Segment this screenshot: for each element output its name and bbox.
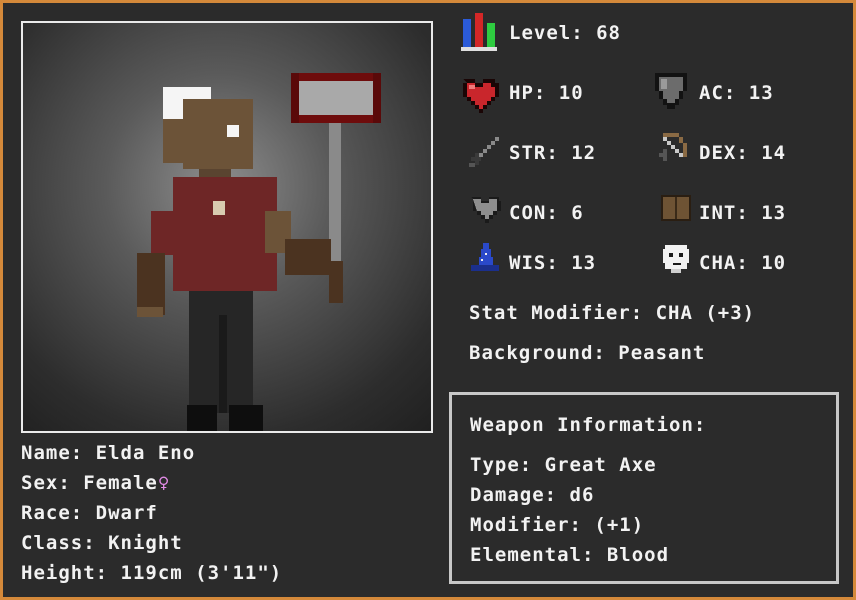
shield-icon [655, 73, 687, 109]
level-value: 68 [596, 22, 621, 44]
ac-stat: AC: 13 [699, 81, 774, 105]
weapon-modifier: Modifier: (+1) [470, 514, 645, 536]
str-value: 12 [571, 142, 597, 164]
int-stat: INT: 13 [699, 201, 786, 225]
character-name: Name: Elda Eno [21, 442, 196, 464]
wis-value: 13 [571, 252, 597, 274]
character-race: Race: Dwarf [21, 502, 158, 524]
character-sex: Sex: Female♀ [21, 471, 170, 495]
cha-label: CHA: [699, 252, 749, 274]
hp-stat: HP: 10 [509, 81, 584, 105]
str-stat: STR: 12 [509, 141, 596, 165]
character-background: Background: Peasant [469, 342, 706, 364]
book-icon [661, 195, 691, 221]
ac-label: AC: [699, 82, 737, 104]
level-label-text: Level: [509, 22, 584, 44]
stat-modifier: Stat Modifier: CHA (+3) [469, 302, 756, 324]
character-portrait [21, 21, 433, 433]
wizard-hat-icon [471, 243, 499, 271]
weapon-elemental: Elemental: Blood [470, 544, 670, 566]
sword-icon [469, 137, 499, 167]
hp-label: HP: [509, 82, 547, 104]
cha-value: 10 [761, 252, 787, 274]
dwarf-knight-sprite [137, 73, 381, 431]
character-card: Level: 68 HP: 10 AC: 13 STR: 12 DEX: 14 … [0, 0, 856, 600]
str-label: STR: [509, 142, 559, 164]
weapon-info-title: Weapon Information: [470, 414, 707, 436]
dex-stat: DEX: 14 [699, 141, 786, 165]
level-bars-icon [461, 13, 497, 51]
character-class: Class: Knight [21, 532, 183, 554]
ac-value: 13 [748, 82, 774, 104]
wis-label: WIS: [509, 252, 559, 274]
level-label: Level: 68 [509, 21, 621, 45]
weapon-type: Type: Great Axe [470, 454, 657, 476]
wis-stat: WIS: 13 [509, 251, 596, 275]
weapon-info-panel: Weapon Information: Type: Great Axe Dama… [449, 392, 839, 584]
bow-icon [659, 133, 687, 161]
heart-icon [463, 79, 499, 113]
character-height: Height: 119cm (3'11") [21, 562, 283, 584]
int-value: 13 [761, 202, 787, 224]
con-value: 6 [571, 202, 584, 224]
grey-heart-icon [471, 197, 501, 223]
con-stat: CON: 6 [509, 201, 584, 225]
int-label: INT: [699, 202, 749, 224]
female-symbol-icon: ♀ [157, 472, 171, 494]
dex-value: 14 [761, 142, 787, 164]
con-label: CON: [509, 202, 559, 224]
sex-text: Sex: Female [21, 472, 158, 494]
weapon-damage: Damage: d6 [470, 484, 595, 506]
mask-icon [663, 245, 689, 273]
cha-stat: CHA: 10 [699, 251, 786, 275]
hp-value: 10 [558, 82, 584, 104]
dex-label: DEX: [699, 142, 749, 164]
